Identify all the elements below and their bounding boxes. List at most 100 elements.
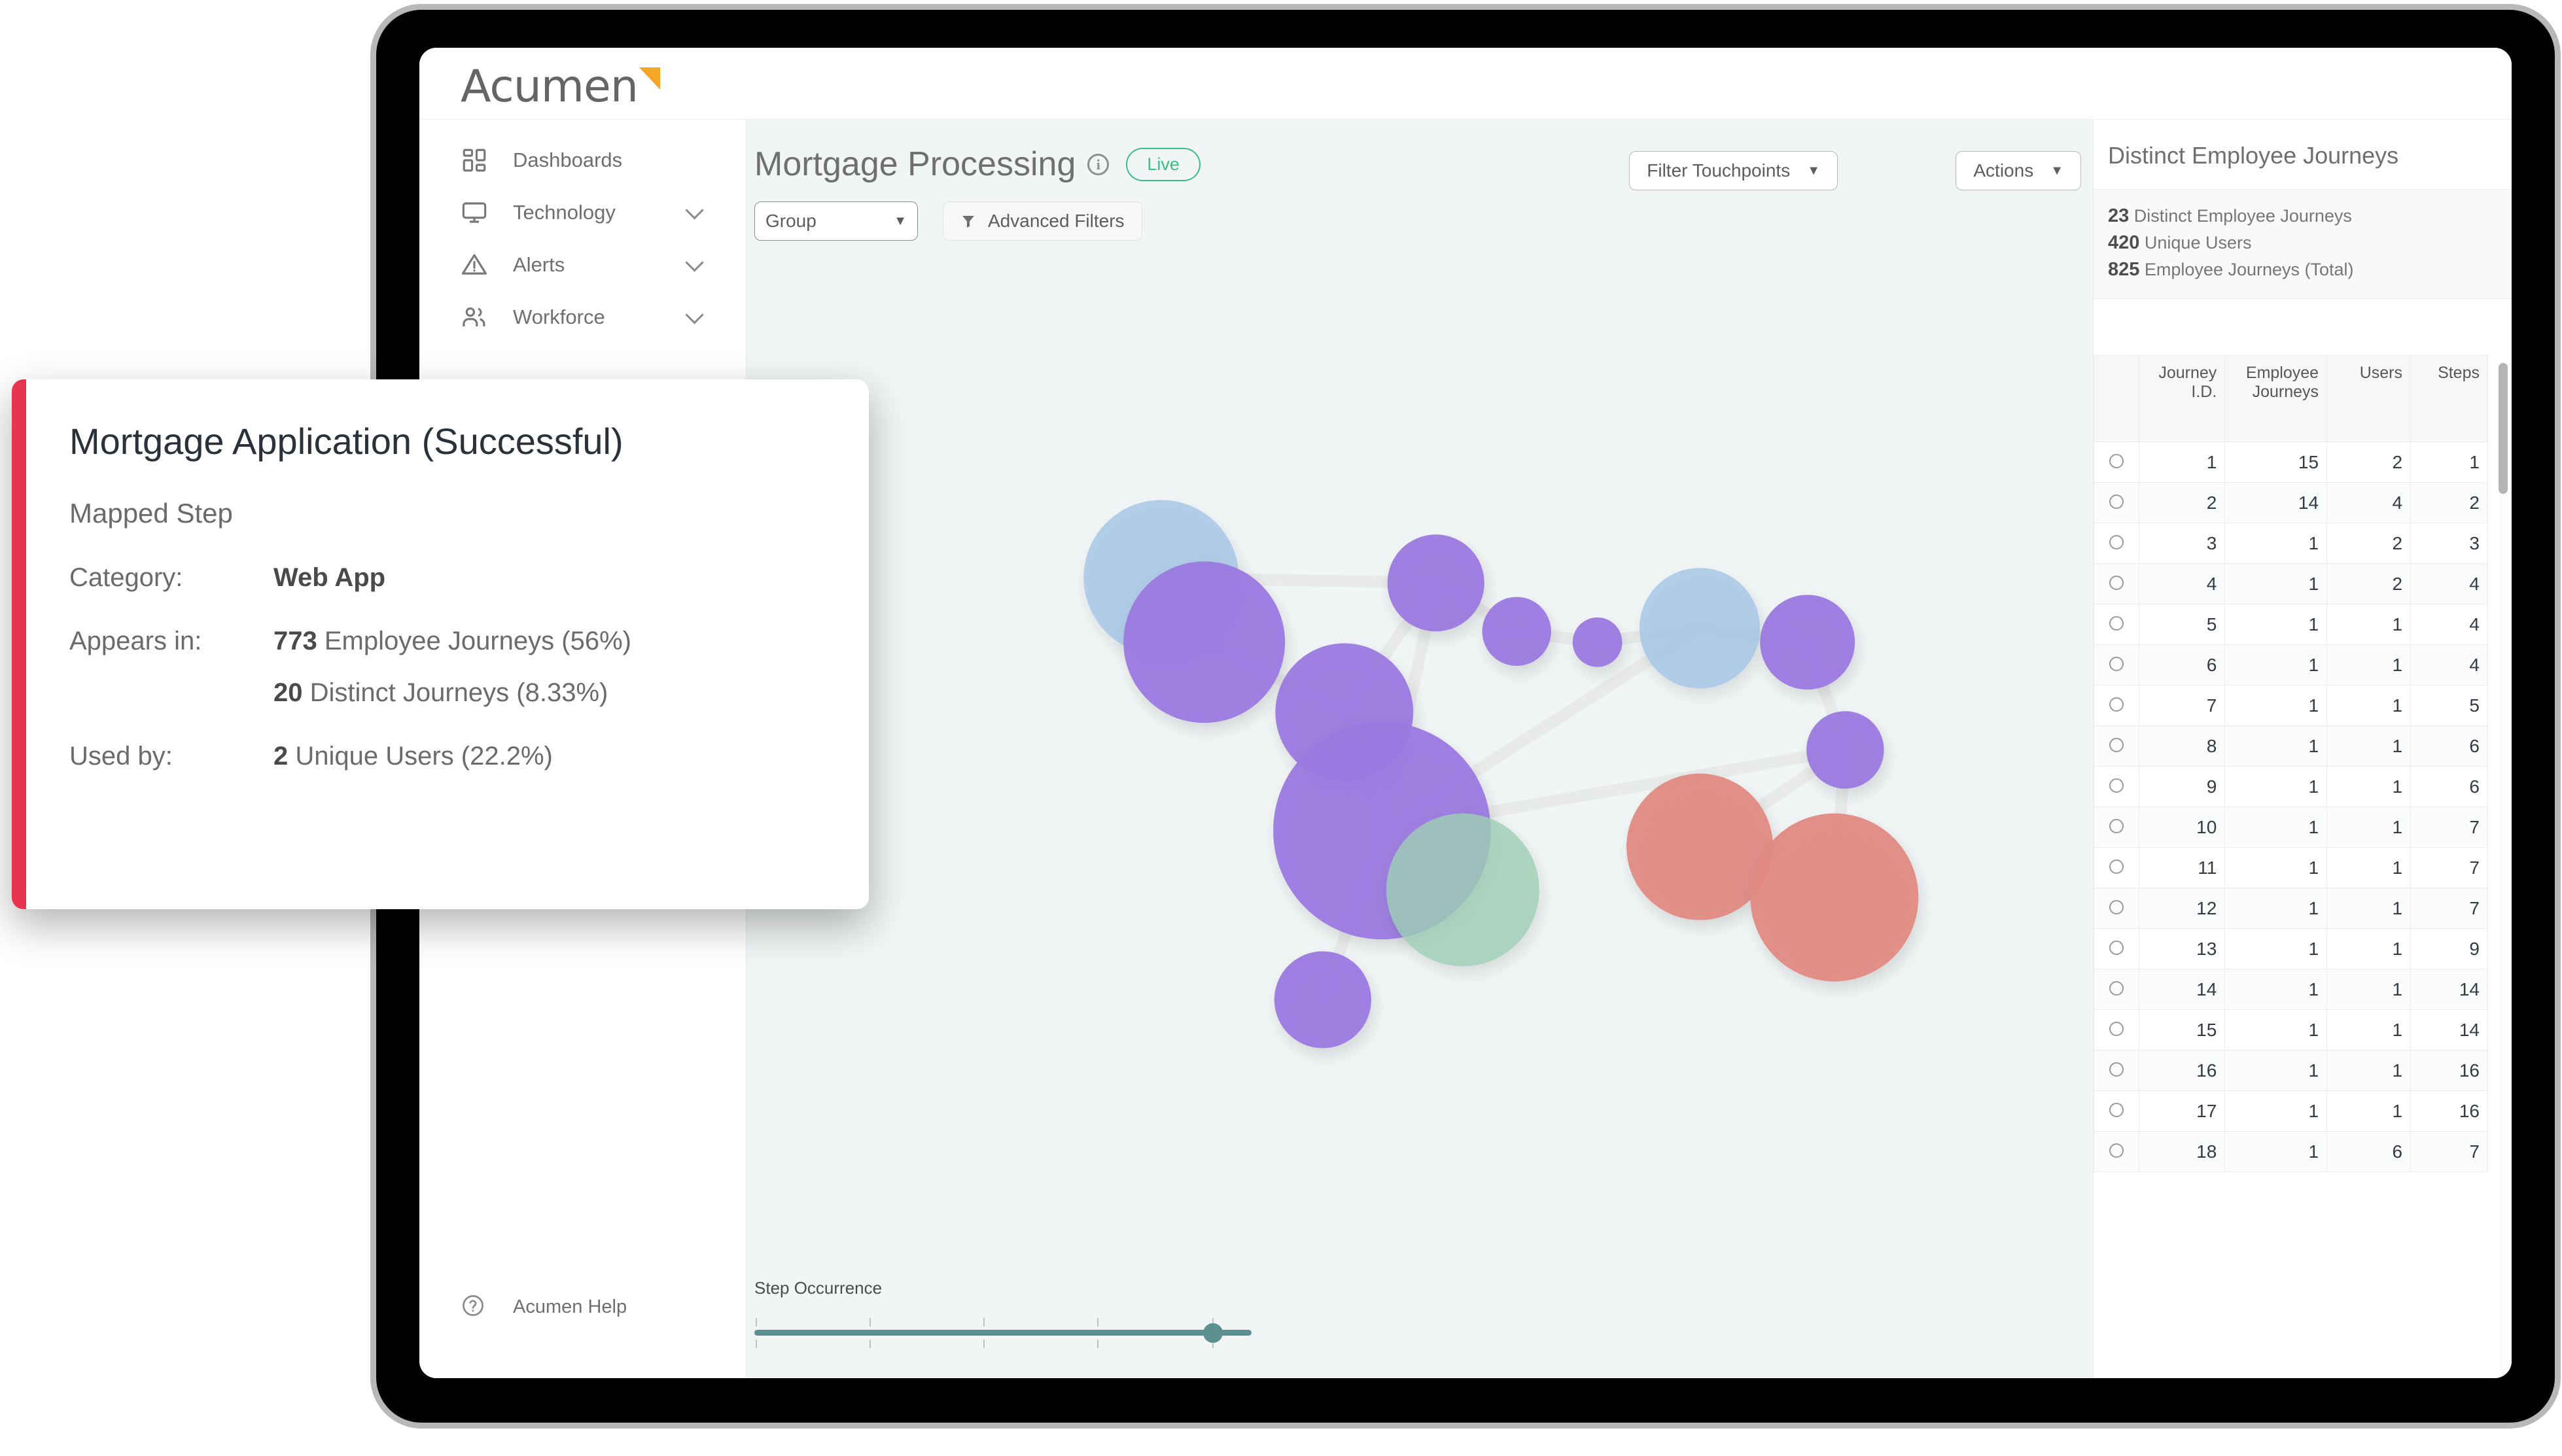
table-row[interactable]: 15 1 1 14	[2094, 1009, 2488, 1050]
radio-icon[interactable]	[2109, 940, 2124, 955]
radio-icon[interactable]	[2109, 453, 2124, 468]
cell-journey-id: 13	[2138, 928, 2226, 969]
step-occurrence-slider[interactable]: Step Occurrence	[754, 1278, 1252, 1352]
table-row[interactable]: 3123	[2094, 523, 2488, 564]
table-row[interactable]: 16 1 1 16	[2094, 1050, 2488, 1091]
radio-icon[interactable]	[2109, 656, 2124, 671]
info-icon[interactable]: i	[1087, 153, 1110, 175]
cell-steps: 16	[2410, 1050, 2488, 1091]
sidebar-item-alerts[interactable]: Alerts	[419, 239, 746, 291]
graph-node[interactable]	[1386, 813, 1539, 967]
scrollbar-thumb[interactable]	[2499, 363, 2508, 494]
table-row[interactable]: 11 1 1 7	[2094, 847, 2488, 888]
table-row[interactable]: 9116	[2094, 766, 2488, 807]
tooltip-title: Mortgage Application (Successful)	[69, 421, 623, 462]
radio-icon[interactable]	[2109, 494, 2124, 509]
row-radio-cell[interactable]	[2094, 806, 2139, 848]
actions-button[interactable]: Actions ▼	[1956, 151, 2081, 190]
table-row[interactable]: 1 15 2 1	[2094, 442, 2488, 483]
radio-icon[interactable]	[2109, 1102, 2124, 1117]
slider-track[interactable]	[754, 1330, 1252, 1336]
table-row[interactable]: 18 1 6 7	[2094, 1131, 2488, 1172]
graph-node[interactable]	[1760, 595, 1855, 690]
advanced-filters-button[interactable]: Advanced Filters	[943, 201, 1142, 241]
journeys-table-wrap[interactable]: Journey I.D. Employee Journeys Users Ste…	[2094, 355, 2512, 1378]
table-row[interactable]: 5114	[2094, 604, 2488, 645]
graph-node[interactable]	[1482, 597, 1551, 667]
table-row[interactable]: 17 1 1 16	[2094, 1090, 2488, 1132]
row-radio-cell[interactable]	[2094, 685, 2139, 726]
tooltip-usedby-value: 2 Unique Users (22.2%)	[273, 742, 553, 771]
table-row[interactable]: 12 1 1 7	[2094, 888, 2488, 929]
slider-handle[interactable]	[1203, 1323, 1223, 1343]
actions-label: Actions	[1973, 160, 2034, 181]
slider-track-wrap[interactable]	[754, 1313, 1252, 1352]
row-radio-cell[interactable]	[2094, 482, 2139, 523]
column-header-employee-journeys[interactable]: Employee Journeys	[2224, 355, 2328, 442]
sidebar-item-dashboards[interactable]: Dashboards	[419, 134, 746, 186]
cell-steps: 7	[2410, 806, 2488, 848]
radio-icon[interactable]	[2109, 818, 2124, 833]
table-row[interactable]: 6114	[2094, 644, 2488, 685]
table-row[interactable]: 8116	[2094, 725, 2488, 767]
app-logo[interactable]: Acumen	[461, 65, 660, 109]
graph-node[interactable]	[1572, 617, 1623, 667]
sidebar-item-label: Alerts	[513, 253, 565, 276]
graph-node[interactable]	[1274, 951, 1371, 1049]
row-radio-cell[interactable]	[2094, 563, 2139, 604]
sidebar-item-workforce[interactable]: Workforce	[419, 291, 746, 343]
table-row[interactable]: 4124	[2094, 563, 2488, 604]
radio-icon[interactable]	[2109, 899, 2124, 914]
table-row[interactable]: 14 1 1 14	[2094, 969, 2488, 1010]
radio-icon[interactable]	[2109, 859, 2124, 874]
table-row[interactable]: 10 1 1 7	[2094, 806, 2488, 848]
row-radio-cell[interactable]	[2094, 523, 2139, 564]
row-radio-cell[interactable]	[2094, 969, 2139, 1010]
graph-node[interactable]	[1750, 813, 1919, 982]
graph-node[interactable]	[1387, 534, 1484, 632]
column-header-steps[interactable]: Steps	[2410, 355, 2488, 442]
acumen-help-link[interactable]: Acumen Help	[461, 1293, 627, 1321]
graph-node[interactable]	[1806, 711, 1884, 789]
panel-scrollbar[interactable]	[2499, 363, 2508, 1372]
table-row[interactable]: 13 1 1 9	[2094, 928, 2488, 969]
row-radio-cell[interactable]	[2094, 1131, 2139, 1172]
radio-icon[interactable]	[2109, 615, 2124, 631]
row-radio-cell[interactable]	[2094, 1050, 2139, 1091]
radio-icon[interactable]	[2109, 1143, 2124, 1158]
row-radio-cell[interactable]	[2094, 725, 2139, 767]
table-row[interactable]: 7115	[2094, 685, 2488, 726]
row-radio-cell[interactable]	[2094, 847, 2139, 888]
radio-icon[interactable]	[2109, 778, 2124, 793]
radio-icon[interactable]	[2109, 737, 2124, 752]
radio-icon[interactable]	[2109, 697, 2124, 712]
radio-icon[interactable]	[2109, 980, 2124, 996]
chevron-down-icon: ▼	[894, 214, 907, 228]
right-panel: Distinct Employee Journeys 23 Distinct E…	[2093, 120, 2512, 1378]
row-radio-cell[interactable]	[2094, 604, 2139, 645]
row-radio-cell[interactable]	[2094, 442, 2139, 483]
radio-icon[interactable]	[2109, 1062, 2124, 1077]
stat-label: Distinct Employee Journeys	[2133, 206, 2352, 226]
row-radio-cell[interactable]	[2094, 1009, 2139, 1050]
column-header-journey-id[interactable]: Journey I.D.	[2138, 355, 2226, 442]
table-row[interactable]: 2 14 4 2	[2094, 482, 2488, 523]
group-select[interactable]: Group ▼	[754, 201, 918, 241]
radio-icon[interactable]	[2109, 575, 2124, 590]
row-radio-cell[interactable]	[2094, 928, 2139, 969]
row-radio-cell[interactable]	[2094, 1090, 2139, 1132]
graph-node[interactable]	[1639, 568, 1761, 689]
row-radio-cell[interactable]	[2094, 888, 2139, 929]
sidebar-item-technology[interactable]: Technology	[419, 186, 746, 239]
radio-icon[interactable]	[2109, 1021, 2124, 1036]
journey-network-graph[interactable]	[746, 251, 2093, 1228]
row-radio-cell[interactable]	[2094, 766, 2139, 807]
cell-employee-journeys: 1	[2224, 523, 2328, 564]
filter-touchpoints-button[interactable]: Filter Touchpoints ▼	[1629, 151, 1838, 190]
graph-nodes[interactable]	[1083, 500, 1919, 1049]
column-header-users[interactable]: Users	[2326, 355, 2412, 442]
cell-users: 6	[2326, 1131, 2412, 1172]
radio-icon[interactable]	[2109, 534, 2124, 549]
graph-node[interactable]	[1123, 561, 1286, 723]
row-radio-cell[interactable]	[2094, 644, 2139, 685]
